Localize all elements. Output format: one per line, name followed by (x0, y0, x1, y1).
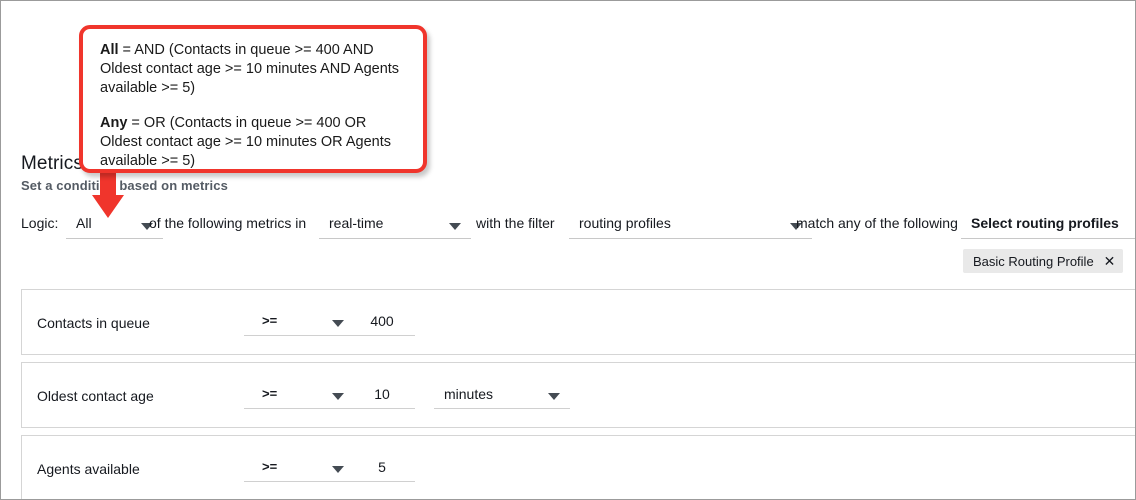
callout-paragraph: Any = OR (Contacts in queue >= 400 OR Ol… (100, 114, 407, 171)
logic-explanation-callout: All = AND (Contacts in queue >= 400 AND … (79, 25, 427, 173)
filter-dropdown[interactable]: routing profiles (569, 213, 812, 239)
filter-dropdown-value: routing profiles (579, 215, 671, 231)
logic-dropdown-value: All (76, 215, 92, 231)
chevron-down-icon (332, 466, 344, 473)
logic-filter-row: Logic: All of the following metrics in r… (21, 213, 1121, 241)
chevron-down-icon (332, 393, 344, 400)
routing-profile-chip[interactable]: Basic Routing Profile ✕ (963, 249, 1123, 273)
metric-row: Contacts in queue >= 400 (21, 289, 1136, 355)
metric-name: Contacts in queue (37, 315, 150, 331)
metric-unit-dropdown[interactable]: minutes (434, 383, 570, 409)
metric-row: Oldest contact age >= 10 minutes (21, 362, 1136, 428)
metric-value-input[interactable]: 400 (349, 310, 415, 336)
callout-text: = OR (Contacts in queue >= 400 OR Oldest… (100, 115, 391, 169)
select-routing-profiles-label: Select routing profiles (971, 215, 1119, 231)
metrics-condition-screen: Metrics Set a condition based on metrics… (0, 0, 1136, 500)
metric-value: 400 (349, 313, 415, 329)
routing-profile-chip-label: Basic Routing Profile (973, 254, 1094, 269)
logic-label: Logic: (21, 215, 58, 231)
metric-operator-dropdown[interactable]: >= (244, 456, 354, 482)
metric-value-input[interactable]: 10 (349, 383, 415, 409)
callout-paragraph: All = AND (Contacts in queue >= 400 AND … (100, 41, 407, 98)
callout-term: All (100, 42, 119, 58)
metric-value-input[interactable]: 5 (349, 456, 415, 482)
callout-text: = AND (Contacts in queue >= 400 AND Olde… (100, 42, 399, 96)
page-title: Metrics (21, 153, 83, 175)
filter-label: with the filter (476, 215, 555, 231)
metric-operator-value: >= (262, 386, 277, 401)
match-label: match any of the following (796, 215, 958, 231)
metric-value: 10 (349, 386, 415, 402)
after-logic-label: of the following metrics in (149, 215, 306, 231)
close-icon[interactable]: ✕ (1104, 254, 1116, 268)
chevron-down-icon (332, 320, 344, 327)
chevron-down-icon (449, 223, 461, 230)
callout-term: Any (100, 115, 127, 131)
chevron-down-icon (548, 393, 560, 400)
metric-operator-dropdown[interactable]: >= (244, 383, 354, 409)
metric-unit-value: minutes (444, 386, 493, 402)
timeframe-dropdown-value: real-time (329, 215, 383, 231)
metric-operator-dropdown[interactable]: >= (244, 310, 354, 336)
metric-value: 5 (349, 459, 415, 475)
metric-row: Agents available >= 5 (21, 435, 1136, 500)
metric-name: Oldest contact age (37, 388, 154, 404)
metric-operator-value: >= (262, 313, 277, 328)
timeframe-dropdown[interactable]: real-time (319, 213, 471, 239)
metric-name: Agents available (37, 461, 140, 477)
metric-operator-value: >= (262, 459, 277, 474)
select-routing-profiles-field[interactable]: Select routing profiles (961, 213, 1136, 239)
